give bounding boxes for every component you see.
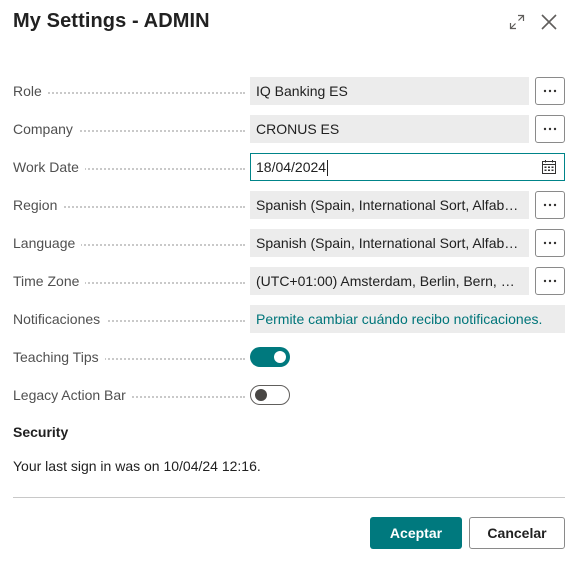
work-date-label: Work Date bbox=[13, 159, 85, 175]
legacy-action-bar-label: Legacy Action Bar bbox=[13, 387, 132, 403]
role-lookup-button[interactable] bbox=[535, 77, 565, 105]
leader-dots bbox=[13, 92, 245, 94]
footer-divider bbox=[13, 497, 565, 498]
notifications-link[interactable]: Permite cambiar cuándo recibo notificaci… bbox=[250, 305, 565, 333]
ellipsis-icon bbox=[543, 89, 557, 93]
notifications-label: Notificaciones bbox=[13, 311, 107, 327]
security-heading: Security bbox=[13, 424, 69, 440]
role-row: Role IQ Banking ES bbox=[13, 77, 565, 105]
close-button[interactable] bbox=[537, 10, 561, 34]
ellipsis-icon bbox=[543, 127, 557, 131]
role-field[interactable]: IQ Banking ES bbox=[250, 77, 529, 105]
legacy-action-bar-row: Legacy Action Bar bbox=[13, 381, 565, 409]
region-label: Region bbox=[13, 197, 64, 213]
company-row: Company CRONUS ES bbox=[13, 115, 565, 143]
time-zone-row: Time Zone (UTC+01:00) Amsterdam, Berlin,… bbox=[13, 267, 565, 295]
toggle-knob bbox=[274, 351, 286, 363]
time-zone-field[interactable]: (UTC+01:00) Amsterdam, Berlin, Bern, Ro.… bbox=[250, 267, 529, 295]
role-label: Role bbox=[13, 83, 48, 99]
time-zone-lookup-button[interactable] bbox=[535, 267, 565, 295]
teaching-tips-label: Teaching Tips bbox=[13, 349, 105, 365]
ellipsis-icon bbox=[543, 279, 557, 283]
time-zone-label: Time Zone bbox=[13, 273, 86, 289]
region-lookup-button[interactable] bbox=[535, 191, 565, 219]
expand-button[interactable] bbox=[505, 10, 529, 34]
region-field[interactable]: Spanish (Spain, International Sort, Alfa… bbox=[250, 191, 529, 219]
legacy-action-bar-toggle[interactable] bbox=[250, 385, 290, 405]
text-caret bbox=[327, 160, 329, 177]
work-date-value: 18/04/2024 bbox=[256, 159, 327, 175]
notifications-row: Notificaciones Permite cambiar cuándo re… bbox=[13, 305, 565, 333]
language-lookup-button[interactable] bbox=[535, 229, 565, 257]
work-date-row: Work Date 18/04/2024 bbox=[13, 153, 565, 181]
ellipsis-icon bbox=[543, 203, 557, 207]
language-field[interactable]: Spanish (Spain, International Sort, Alfa… bbox=[250, 229, 529, 257]
expand-icon bbox=[509, 14, 525, 30]
last-sign-in-text: Your last sign in was on 10/04/24 12:16. bbox=[13, 458, 261, 474]
cancel-button[interactable]: Cancelar bbox=[469, 517, 565, 549]
teaching-tips-toggle[interactable] bbox=[250, 347, 290, 367]
company-lookup-button[interactable] bbox=[535, 115, 565, 143]
company-label: Company bbox=[13, 121, 79, 137]
calendar-icon[interactable] bbox=[541, 159, 557, 175]
language-label: Language bbox=[13, 235, 82, 251]
teaching-tips-row: Teaching Tips bbox=[13, 343, 565, 371]
region-row: Region Spanish (Spain, International Sor… bbox=[13, 191, 565, 219]
toggle-knob bbox=[255, 389, 267, 401]
dialog-title: My Settings - ADMIN bbox=[13, 10, 210, 32]
ellipsis-icon bbox=[543, 241, 557, 245]
work-date-input[interactable]: 18/04/2024 bbox=[250, 153, 565, 181]
language-row: Language Spanish (Spain, International S… bbox=[13, 229, 565, 257]
close-icon bbox=[541, 14, 557, 30]
settings-dialog: My Settings - ADMIN Role IQ Banking ES C… bbox=[0, 0, 579, 561]
ok-button[interactable]: Aceptar bbox=[370, 517, 462, 549]
company-field[interactable]: CRONUS ES bbox=[250, 115, 529, 143]
